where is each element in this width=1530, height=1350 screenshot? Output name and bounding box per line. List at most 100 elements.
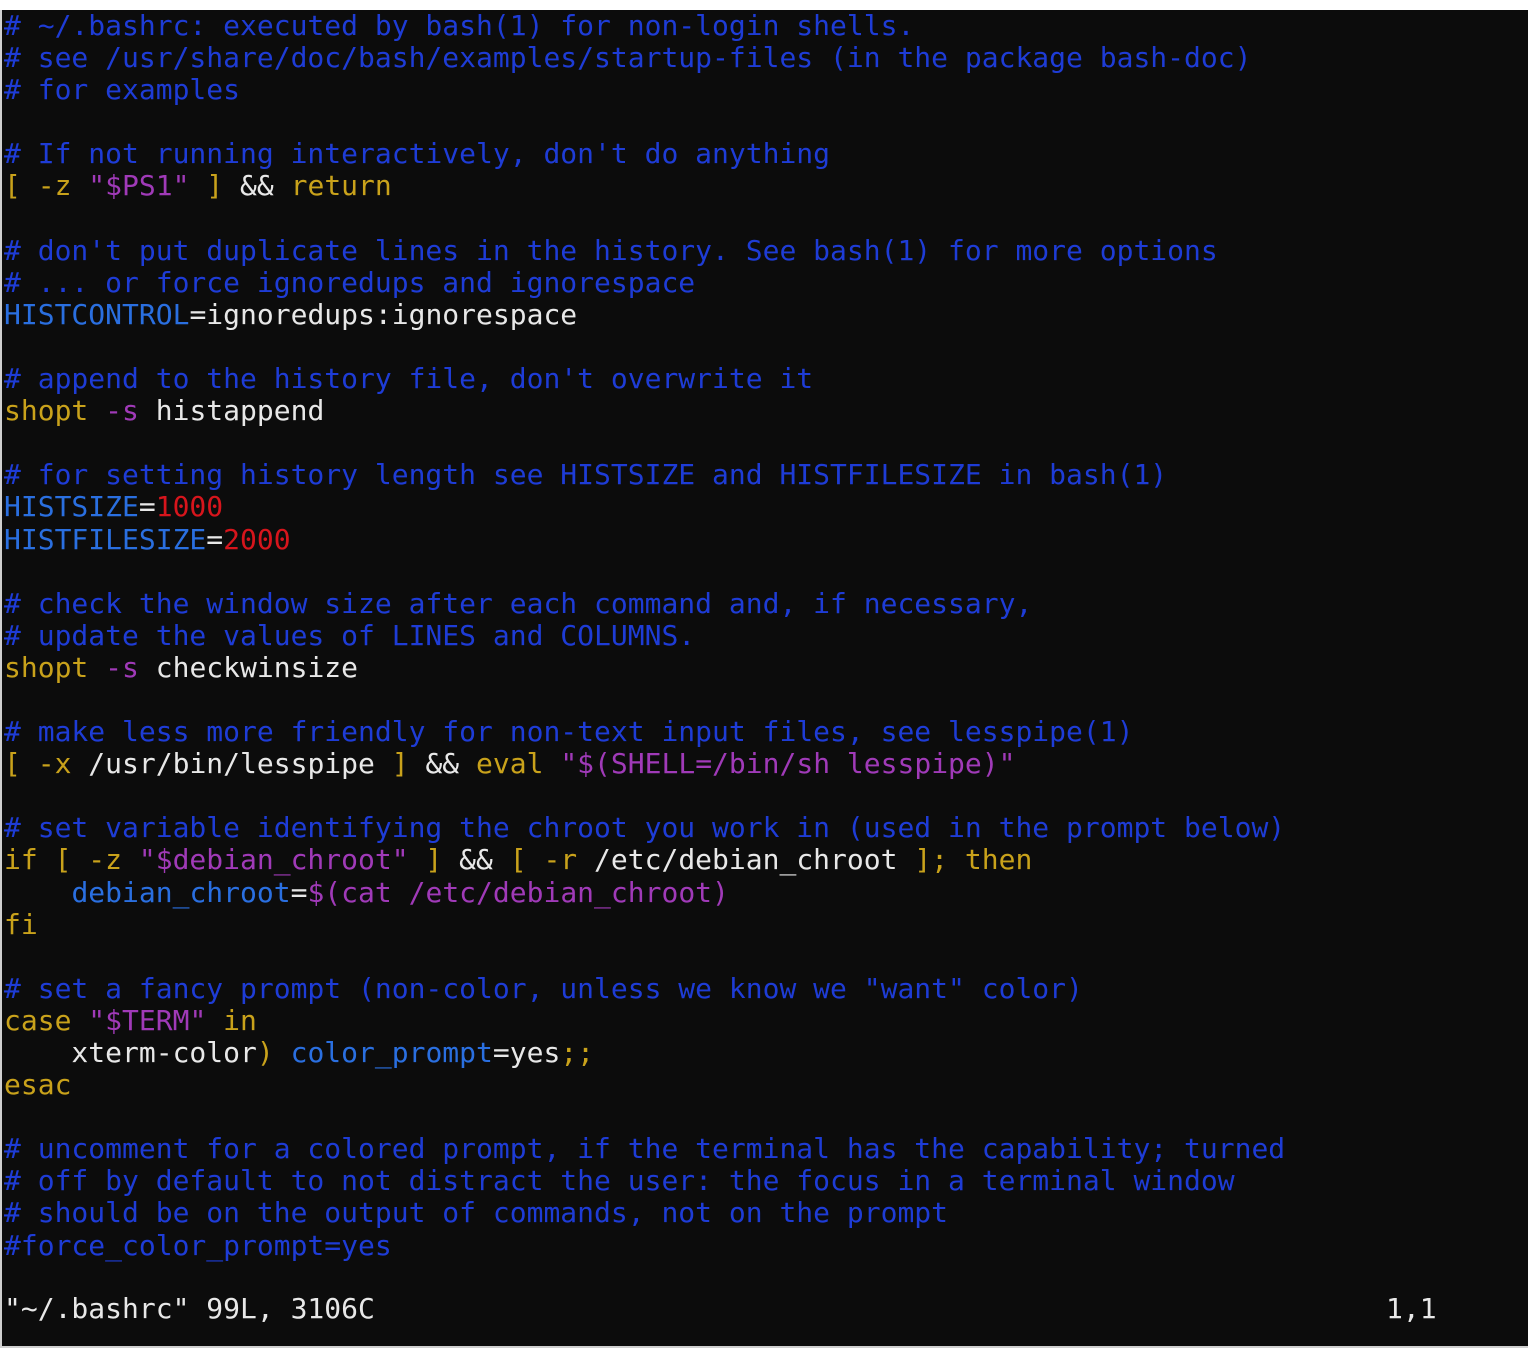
code-line: # append to the history file, don't over… [4, 363, 1528, 395]
code-token-comment: # don't put duplicate lines in the histo… [4, 233, 1218, 267]
code-line: shopt -s checkwinsize [4, 650, 1528, 684]
code-token-comment: # set variable identifying the chroot yo… [4, 811, 1286, 845]
status-line: "~/.bashrc" 99L, 3106C 1,1 [4, 1293, 1528, 1325]
code-line: case "$TERM" in [4, 1003, 1528, 1037]
code-line: # make less more friendly for non-text i… [4, 716, 1528, 748]
code-token-keyword: [ -x [4, 747, 89, 781]
code-line: esac [4, 1069, 1528, 1101]
code-line: # uncomment for a colored prompt, if the… [4, 1133, 1528, 1165]
code-token-comment: # check the window size after each comma… [4, 586, 1033, 620]
code-line: debian_chroot=$(cat /etc/debian_chroot) [4, 875, 1528, 909]
code-token-keyword: shopt [4, 650, 106, 684]
code-token-string: "$PS1" [88, 169, 190, 203]
code-token-text: && [459, 843, 510, 877]
code-line: # If not running interactively, don't do… [4, 138, 1528, 170]
code-token-text: =ignoredups:ignorespace [189, 297, 578, 331]
code-token-text: checkwinsize [155, 650, 359, 684]
code-token-keyword: eval [476, 747, 561, 781]
code-line: # update the values of LINES and COLUMNS… [4, 618, 1528, 652]
code-token-number: 1000 [155, 490, 224, 524]
empty-line [4, 941, 1528, 973]
code-token-ident: debian_chroot [71, 875, 291, 909]
code-token-keyword: shopt [4, 394, 106, 428]
empty-line [4, 684, 1528, 716]
code-token-string: $(cat /etc/debian_chroot) [307, 875, 729, 909]
code-token-keyword: [ -r [509, 843, 595, 877]
code-token-number: 2000 [223, 522, 291, 556]
code-line: [ -x /usr/bin/lesspipe ] && eval "$(SHEL… [4, 748, 1528, 780]
empty-line [4, 203, 1528, 235]
code-token-comment: # ~/.bashrc: executed by bash(1) for non… [4, 10, 915, 42]
code-token-text: && [240, 169, 291, 203]
code-token-keyword: return [290, 169, 392, 203]
code-line: xterm-color) color_prompt=yes;; [4, 1037, 1528, 1069]
empty-line [4, 427, 1528, 459]
code-token-text: =yes [492, 1036, 561, 1069]
code-line: # check the window size after each comma… [4, 586, 1528, 620]
code-token-comment: # see /usr/share/doc/bash/examples/start… [4, 41, 1252, 75]
code-token-text: xterm-color [4, 1036, 257, 1069]
code-token-keyword: ) [256, 1036, 291, 1069]
code-line: # should be on the output of commands, n… [4, 1197, 1528, 1229]
code-line: HISTSIZE=1000 [4, 491, 1528, 523]
code-token-keyword: ] [189, 169, 241, 203]
code-token-keyword: in [206, 1003, 257, 1037]
code-line: # ~/.bashrc: executed by bash(1) for non… [4, 10, 1528, 42]
code-token-text: = [206, 522, 224, 556]
code-token-keyword: ] [408, 843, 460, 877]
code-line: # for setting history length see HISTSIZ… [4, 459, 1528, 491]
code-token-ident: HISTFILESIZE [4, 522, 207, 556]
code-token-string: "$debian_chroot" [138, 843, 409, 877]
code-token-text: /usr/bin/lesspipe [88, 747, 392, 781]
empty-line [4, 1101, 1528, 1133]
code-line: #force_color_prompt=yes [4, 1228, 1528, 1262]
code-token-comment: # for examples [4, 73, 241, 107]
code-token-keyword: ]; then [914, 843, 1033, 877]
code-token-ident: HISTSIZE [4, 490, 139, 524]
code-token-comment: # set a fancy prompt (non-color, unless … [4, 971, 1083, 1005]
code-token-comment: # should be on the output of commands, n… [4, 1196, 949, 1230]
code-line: # see /usr/share/doc/bash/examples/start… [4, 42, 1528, 74]
code-token-text: histappend [155, 394, 325, 428]
code-line: # off by default to not distract the use… [4, 1165, 1528, 1197]
code-line: # set a fancy prompt (non-color, unless … [4, 971, 1528, 1005]
cursor-position: 1,1 [1386, 1292, 1437, 1325]
terminal-window[interactable]: # ~/.bashrc: executed by bash(1) for non… [0, 10, 1528, 1348]
code-line: # for examples [4, 74, 1528, 106]
editor-buffer[interactable]: # ~/.bashrc: executed by bash(1) for non… [4, 10, 1528, 1262]
empty-line [4, 556, 1528, 588]
empty-line [4, 780, 1528, 812]
code-line: shopt -s histappend [4, 395, 1528, 427]
file-info: "~/.bashrc" 99L, 3106C [4, 1292, 375, 1325]
code-token-keyword: ;; [560, 1036, 595, 1069]
code-token-keyword: case [4, 1003, 89, 1037]
code-token-keyword: if [ -z [4, 843, 139, 877]
code-token-string: "$(SHELL=/bin/sh lesspipe)" [560, 747, 1016, 781]
code-token-comment: # off by default to not distract the use… [4, 1164, 1235, 1198]
code-token-comment: # for setting history length see HISTSIZ… [4, 458, 1168, 492]
code-line: # don't put duplicate lines in the histo… [4, 233, 1528, 267]
code-token-text: && [425, 747, 477, 781]
code-token-text: = [290, 875, 308, 909]
code-token-string: -s [105, 650, 156, 684]
code-token-text: = [138, 490, 156, 524]
empty-line [4, 106, 1528, 138]
code-line: [ -z "$PS1" ] && return [4, 170, 1528, 202]
code-token-string: "$TERM" [88, 1003, 207, 1037]
code-line: # set variable identifying the chroot yo… [4, 812, 1528, 844]
code-token-comment: # make less more friendly for non-text i… [4, 715, 1134, 749]
empty-line [4, 331, 1528, 363]
code-token-keyword: [ -z [4, 169, 89, 203]
code-token-text: /etc/debian_chroot [594, 843, 915, 877]
code-token-comment: # append to the history file, don't over… [4, 362, 814, 396]
code-line: HISTCONTROL=ignoredups:ignorespace [4, 297, 1528, 331]
code-token-keyword: ] [391, 747, 426, 781]
code-token-keyword: esac [4, 1068, 72, 1102]
code-token-keyword: fi [4, 907, 38, 941]
code-token-comment: # If not running interactively, don't do… [4, 137, 831, 171]
code-token-comment: # uncomment for a colored prompt, if the… [4, 1132, 1286, 1166]
code-token-comment: # update the values of LINES and COLUMNS… [4, 618, 696, 652]
code-line: if [ -z "$debian_chroot" ] && [ -r /etc/… [4, 844, 1528, 876]
code-token-comment: #force_color_prompt=yes [4, 1228, 392, 1262]
